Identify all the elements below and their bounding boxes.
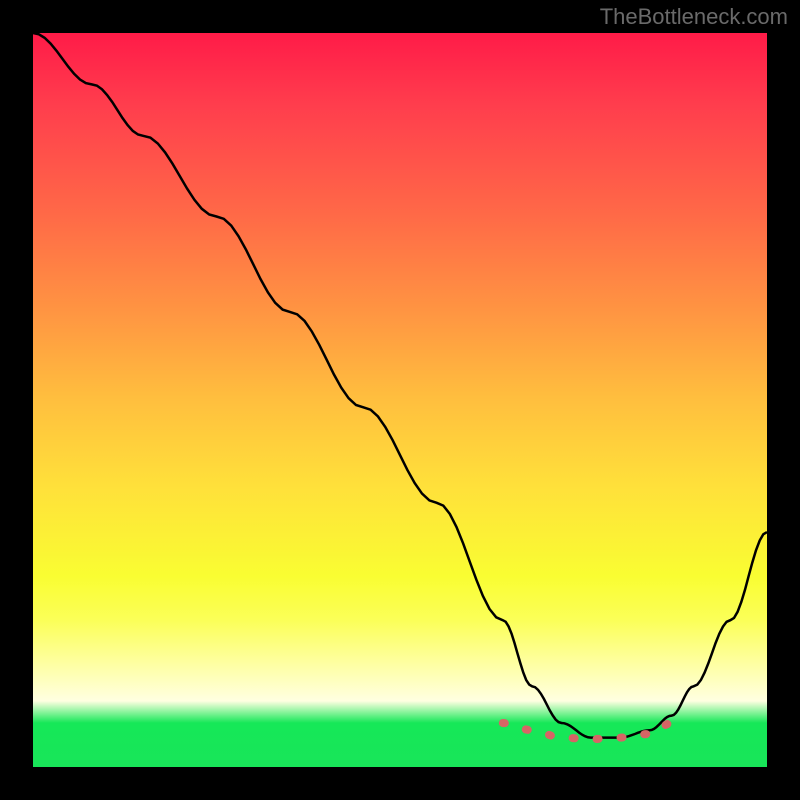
plot-area [33,33,767,767]
chart-container: TheBottleneck.com [0,0,800,800]
bottleneck-curve [33,33,767,738]
chart-svg [33,33,767,767]
watermark-text: TheBottleneck.com [600,4,788,30]
